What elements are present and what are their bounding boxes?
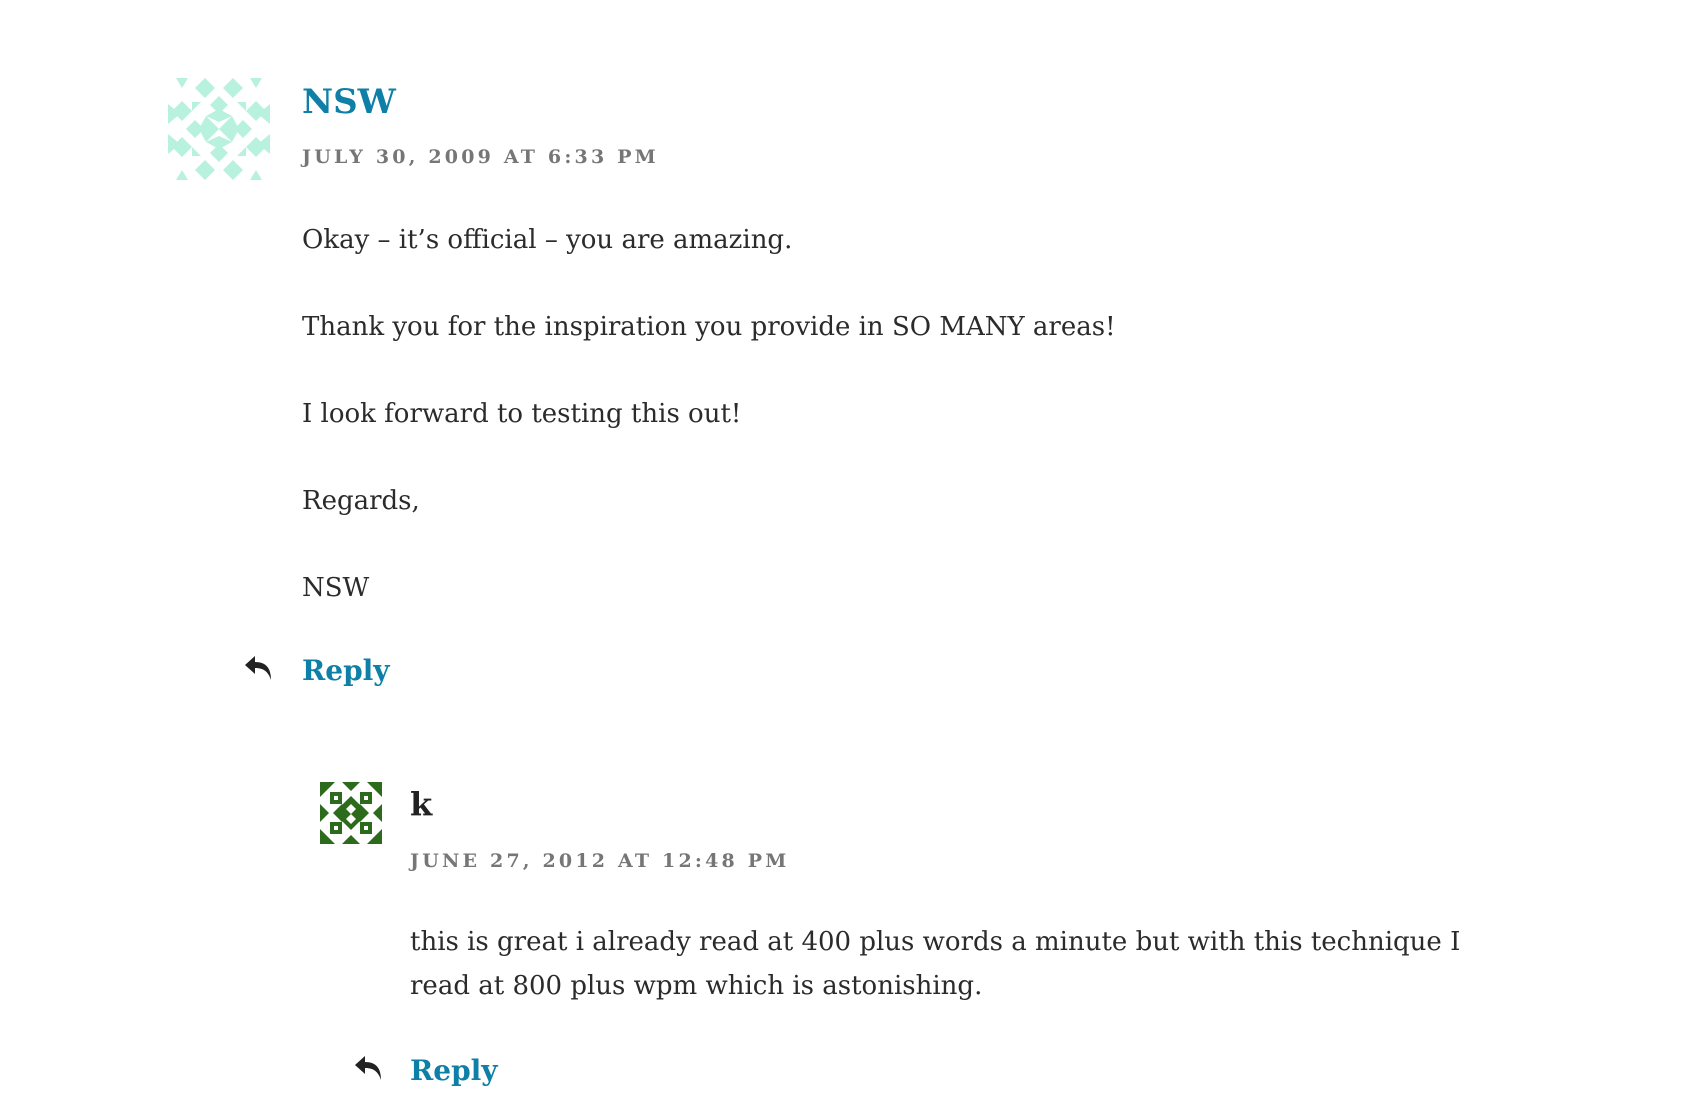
comment-date[interactable]: June 27, 2012 at 12:48 PM	[410, 850, 789, 872]
reply-button[interactable]: Reply	[410, 1054, 498, 1087]
reply-arrow-icon	[355, 1056, 381, 1080]
avatar[interactable]	[320, 782, 382, 844]
comment-body: this is great i already read at 400 plus…	[410, 920, 1520, 1008]
comment-author: k	[410, 785, 433, 823]
comment-k: k June 27, 2012 at 12:48 PM this is grea…	[0, 0, 1692, 1118]
comment-paragraph: this is great i already read at 400 plus…	[410, 927, 1461, 1001]
